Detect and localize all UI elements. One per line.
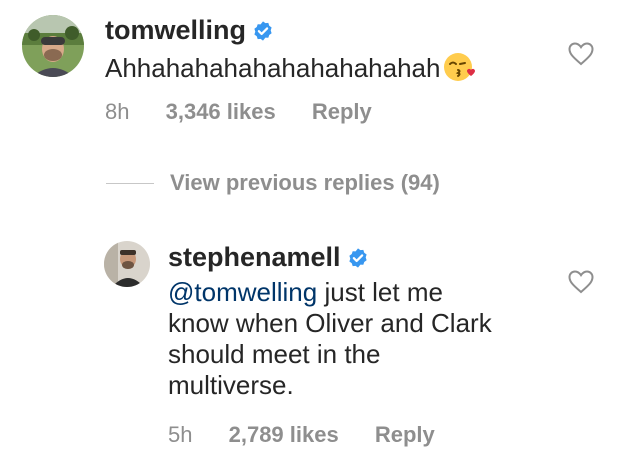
view-previous-replies-label[interactable]: View previous replies (94) <box>170 170 440 196</box>
comment-line-3: should meet in the <box>168 339 381 369</box>
verified-badge-icon <box>252 17 274 49</box>
view-previous-replies[interactable]: View previous replies (94) <box>106 170 440 196</box>
verified-badge-icon <box>347 244 369 276</box>
comment-text: Ahhahahahahahahahahahah <box>105 51 476 90</box>
comment-line-2: know when Oliver and Clark <box>168 308 492 338</box>
like-heart-icon[interactable] <box>568 270 594 294</box>
timestamp[interactable]: 5h <box>168 422 192 448</box>
likes-count[interactable]: 2,789 likes <box>229 422 339 448</box>
avatar-stephenamell[interactable] <box>104 241 150 287</box>
comment-line-1: @tomwelling just let me <box>168 277 443 307</box>
reply-button[interactable]: Reply <box>312 99 372 125</box>
avatar-tomwelling[interactable] <box>22 15 84 77</box>
replies-divider <box>106 182 154 184</box>
username-stephenamell[interactable]: stephenamell <box>168 241 369 276</box>
mention-link[interactable]: @tomwelling <box>168 277 317 307</box>
comment-meta: 8h 3,346 likes Reply <box>105 99 372 125</box>
like-heart-icon[interactable] <box>568 42 594 66</box>
comment-line-4: multiverse. <box>168 370 294 400</box>
reply-button[interactable]: Reply <box>375 422 435 448</box>
comment-meta: 5h 2,789 likes Reply <box>168 422 435 448</box>
comment-text: @tomwelling just let me know when Oliver… <box>168 277 492 401</box>
comment-stephenamell: stephenamell @tomwelling just let me kno… <box>0 230 633 463</box>
face-blowing-kiss-icon <box>442 51 476 90</box>
username-tomwelling[interactable]: tomwelling <box>105 14 274 49</box>
comment-tomwelling: tomwelling Ahhahahahahahahahahahah 8h 3,… <box>0 0 633 140</box>
likes-count[interactable]: 3,346 likes <box>166 99 276 125</box>
timestamp[interactable]: 8h <box>105 99 129 125</box>
